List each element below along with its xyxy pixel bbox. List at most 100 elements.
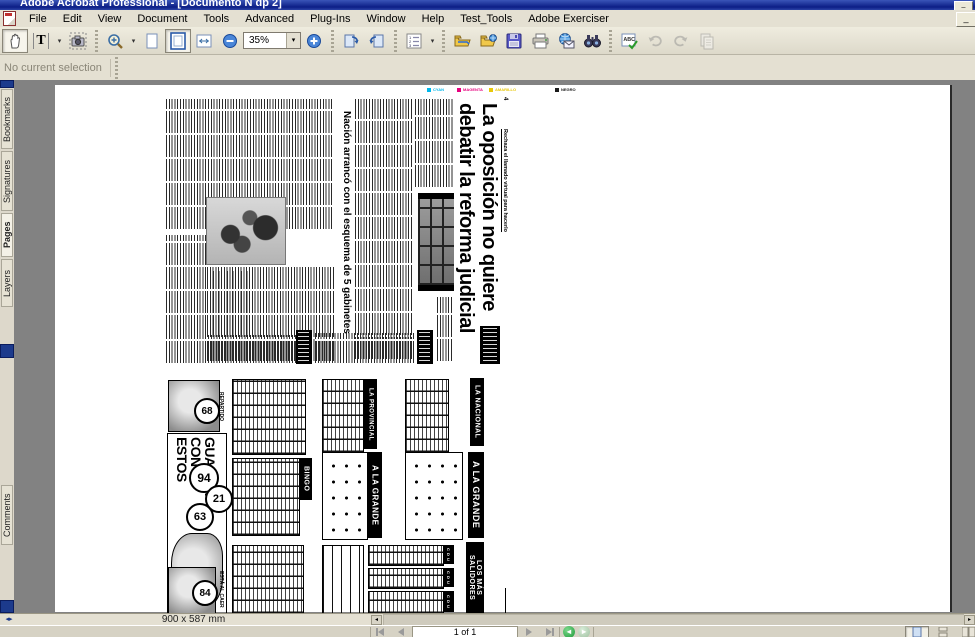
fit-width-button[interactable]: [191, 29, 217, 53]
spellcheck-button[interactable]: ABC: [616, 29, 642, 53]
redo-button[interactable]: [668, 29, 694, 53]
fit-page-icon: [169, 32, 187, 50]
reg-mark-black: NEGRO: [555, 87, 576, 92]
crop-mark: [505, 588, 506, 613]
print-button[interactable]: [527, 29, 553, 53]
copy-pages-button[interactable]: [694, 29, 720, 53]
lottery-table: [232, 545, 304, 613]
news-text-block: [166, 335, 296, 365]
zoom-tool-button[interactable]: [102, 29, 128, 53]
fit-page-button[interactable]: [165, 29, 191, 53]
tab-signatures[interactable]: Signatures: [1, 151, 13, 211]
toolbar-separator[interactable]: [329, 30, 336, 52]
next-page-button[interactable]: [521, 627, 537, 637]
zoom-combo-dropdown[interactable]: ▾: [286, 33, 300, 48]
page-size-box[interactable]: 900 x 587 mm: [16, 615, 371, 625]
menu-plugins[interactable]: Plug-Ins: [302, 12, 358, 26]
rotate-counterclockwise-button[interactable]: [364, 29, 390, 53]
menu-advanced[interactable]: Advanced: [237, 12, 302, 26]
title-bar: Adobe Acrobat Professional - [Documento …: [0, 0, 975, 10]
menu-view[interactable]: View: [90, 12, 130, 26]
nav-separator: [593, 627, 594, 637]
email-button[interactable]: [553, 29, 579, 53]
window-title: Adobe Acrobat Professional - [Documento …: [20, 0, 282, 9]
facing-layout-button[interactable]: [957, 626, 975, 637]
undo-button[interactable]: [642, 29, 668, 53]
tab-bookmarks[interactable]: Bookmarks: [1, 89, 13, 149]
last-page-button[interactable]: [540, 627, 556, 637]
svg-text:ABC: ABC: [623, 37, 635, 43]
pdf-page[interactable]: CYAN MAGENTA AMARILLO NEGRO: [55, 85, 952, 612]
tab-comments[interactable]: Comments: [1, 485, 13, 545]
horizontal-scrollbar-track[interactable]: [383, 614, 964, 626]
toolbar-separator[interactable]: [392, 30, 399, 52]
provincial-header: LA PROVINCIAL: [364, 379, 377, 449]
lottery-table: [232, 379, 306, 455]
single-page-icon: [911, 627, 923, 637]
actual-size-button[interactable]: [139, 29, 165, 53]
toolbar-separator[interactable]: [440, 30, 447, 52]
child-minimize-button[interactable]: _: [956, 12, 975, 27]
next-view-button[interactable]: ▸: [578, 626, 590, 637]
zoom-in-button[interactable]: [301, 29, 327, 53]
pane-grip[interactable]: [0, 344, 14, 358]
lottery-table: [232, 458, 300, 536]
lottery-number-68: 68: [194, 398, 220, 424]
continuous-layout-button[interactable]: [931, 626, 955, 637]
copy-pages-icon: [698, 32, 716, 50]
text-select-icon: T: [33, 33, 48, 49]
hand-tool-button[interactable]: [2, 29, 28, 53]
yellow-swatch: [489, 88, 493, 92]
zoom-in-tool-icon: [106, 32, 124, 50]
scroll-right-button[interactable]: ▸: [964, 615, 975, 625]
page-indicator-field[interactable]: 1 of 1: [412, 626, 518, 637]
scroll-left-button[interactable]: ◂: [371, 615, 382, 625]
open-web-page-button[interactable]: [475, 29, 501, 53]
previous-page-button[interactable]: [393, 627, 409, 637]
plus-icon: [306, 33, 322, 49]
snapshot-tool-button[interactable]: [65, 29, 91, 53]
select-tool-dropdown[interactable]: ▾: [54, 29, 65, 53]
menu-document[interactable]: Document: [129, 12, 195, 26]
facing-pages-icon: [962, 627, 975, 637]
menu-edit[interactable]: Edit: [55, 12, 90, 26]
toolbar-separator[interactable]: [93, 30, 100, 52]
zoom-tool-dropdown[interactable]: ▾: [128, 29, 139, 53]
search-button[interactable]: [579, 29, 605, 53]
toolbar-separator[interactable]: [607, 30, 614, 52]
tab-layers[interactable]: Layers: [1, 259, 13, 307]
zoom-level-combo[interactable]: 35% ▾: [243, 32, 301, 49]
menu-adobe-exerciser[interactable]: Adobe Exerciser: [520, 12, 617, 26]
minimize-button[interactable]: _: [954, 1, 973, 10]
previous-page-icon: [396, 628, 406, 636]
reg-mark-magenta: MAGENTA: [457, 87, 483, 92]
flower-photo: [206, 197, 286, 265]
menu-test-tools[interactable]: Test_Tools: [452, 12, 520, 26]
email-globe-icon: [557, 32, 576, 50]
pane-grip[interactable]: [0, 80, 14, 88]
previous-view-button[interactable]: ◂: [563, 626, 575, 637]
grande-header-right: A LA GRANDE: [468, 452, 484, 538]
tab-pages[interactable]: Pages: [1, 213, 13, 257]
menu-window[interactable]: Window: [358, 12, 413, 26]
first-page-button[interactable]: [374, 627, 390, 637]
document-icon[interactable]: [3, 11, 16, 26]
open-button[interactable]: [449, 29, 475, 53]
splitter-arrows-icon[interactable]: ◂▸: [2, 615, 16, 625]
pane-grip[interactable]: [0, 600, 14, 613]
menu-tools[interactable]: Tools: [196, 12, 238, 26]
menu-file[interactable]: File: [21, 12, 55, 26]
open-web-folder-icon: [479, 32, 498, 50]
properties-bar-grip[interactable]: [113, 57, 120, 79]
select-tool-button[interactable]: T: [28, 29, 54, 53]
menu-help[interactable]: Help: [414, 12, 453, 26]
tasks-dropdown[interactable]: ▾: [427, 29, 438, 53]
main-area: Bookmarks Signatures Pages Layers Commen…: [0, 80, 975, 613]
save-button[interactable]: [501, 29, 527, 53]
tasks-button[interactable]: 123: [401, 29, 427, 53]
single-page-button[interactable]: [905, 626, 929, 637]
news-headline: La oposición no quiere debatir la reform…: [453, 103, 500, 361]
rotate-clockwise-button[interactable]: [338, 29, 364, 53]
document-pane[interactable]: CYAN MAGENTA AMARILLO NEGRO: [14, 80, 975, 613]
zoom-out-button[interactable]: [217, 29, 243, 53]
